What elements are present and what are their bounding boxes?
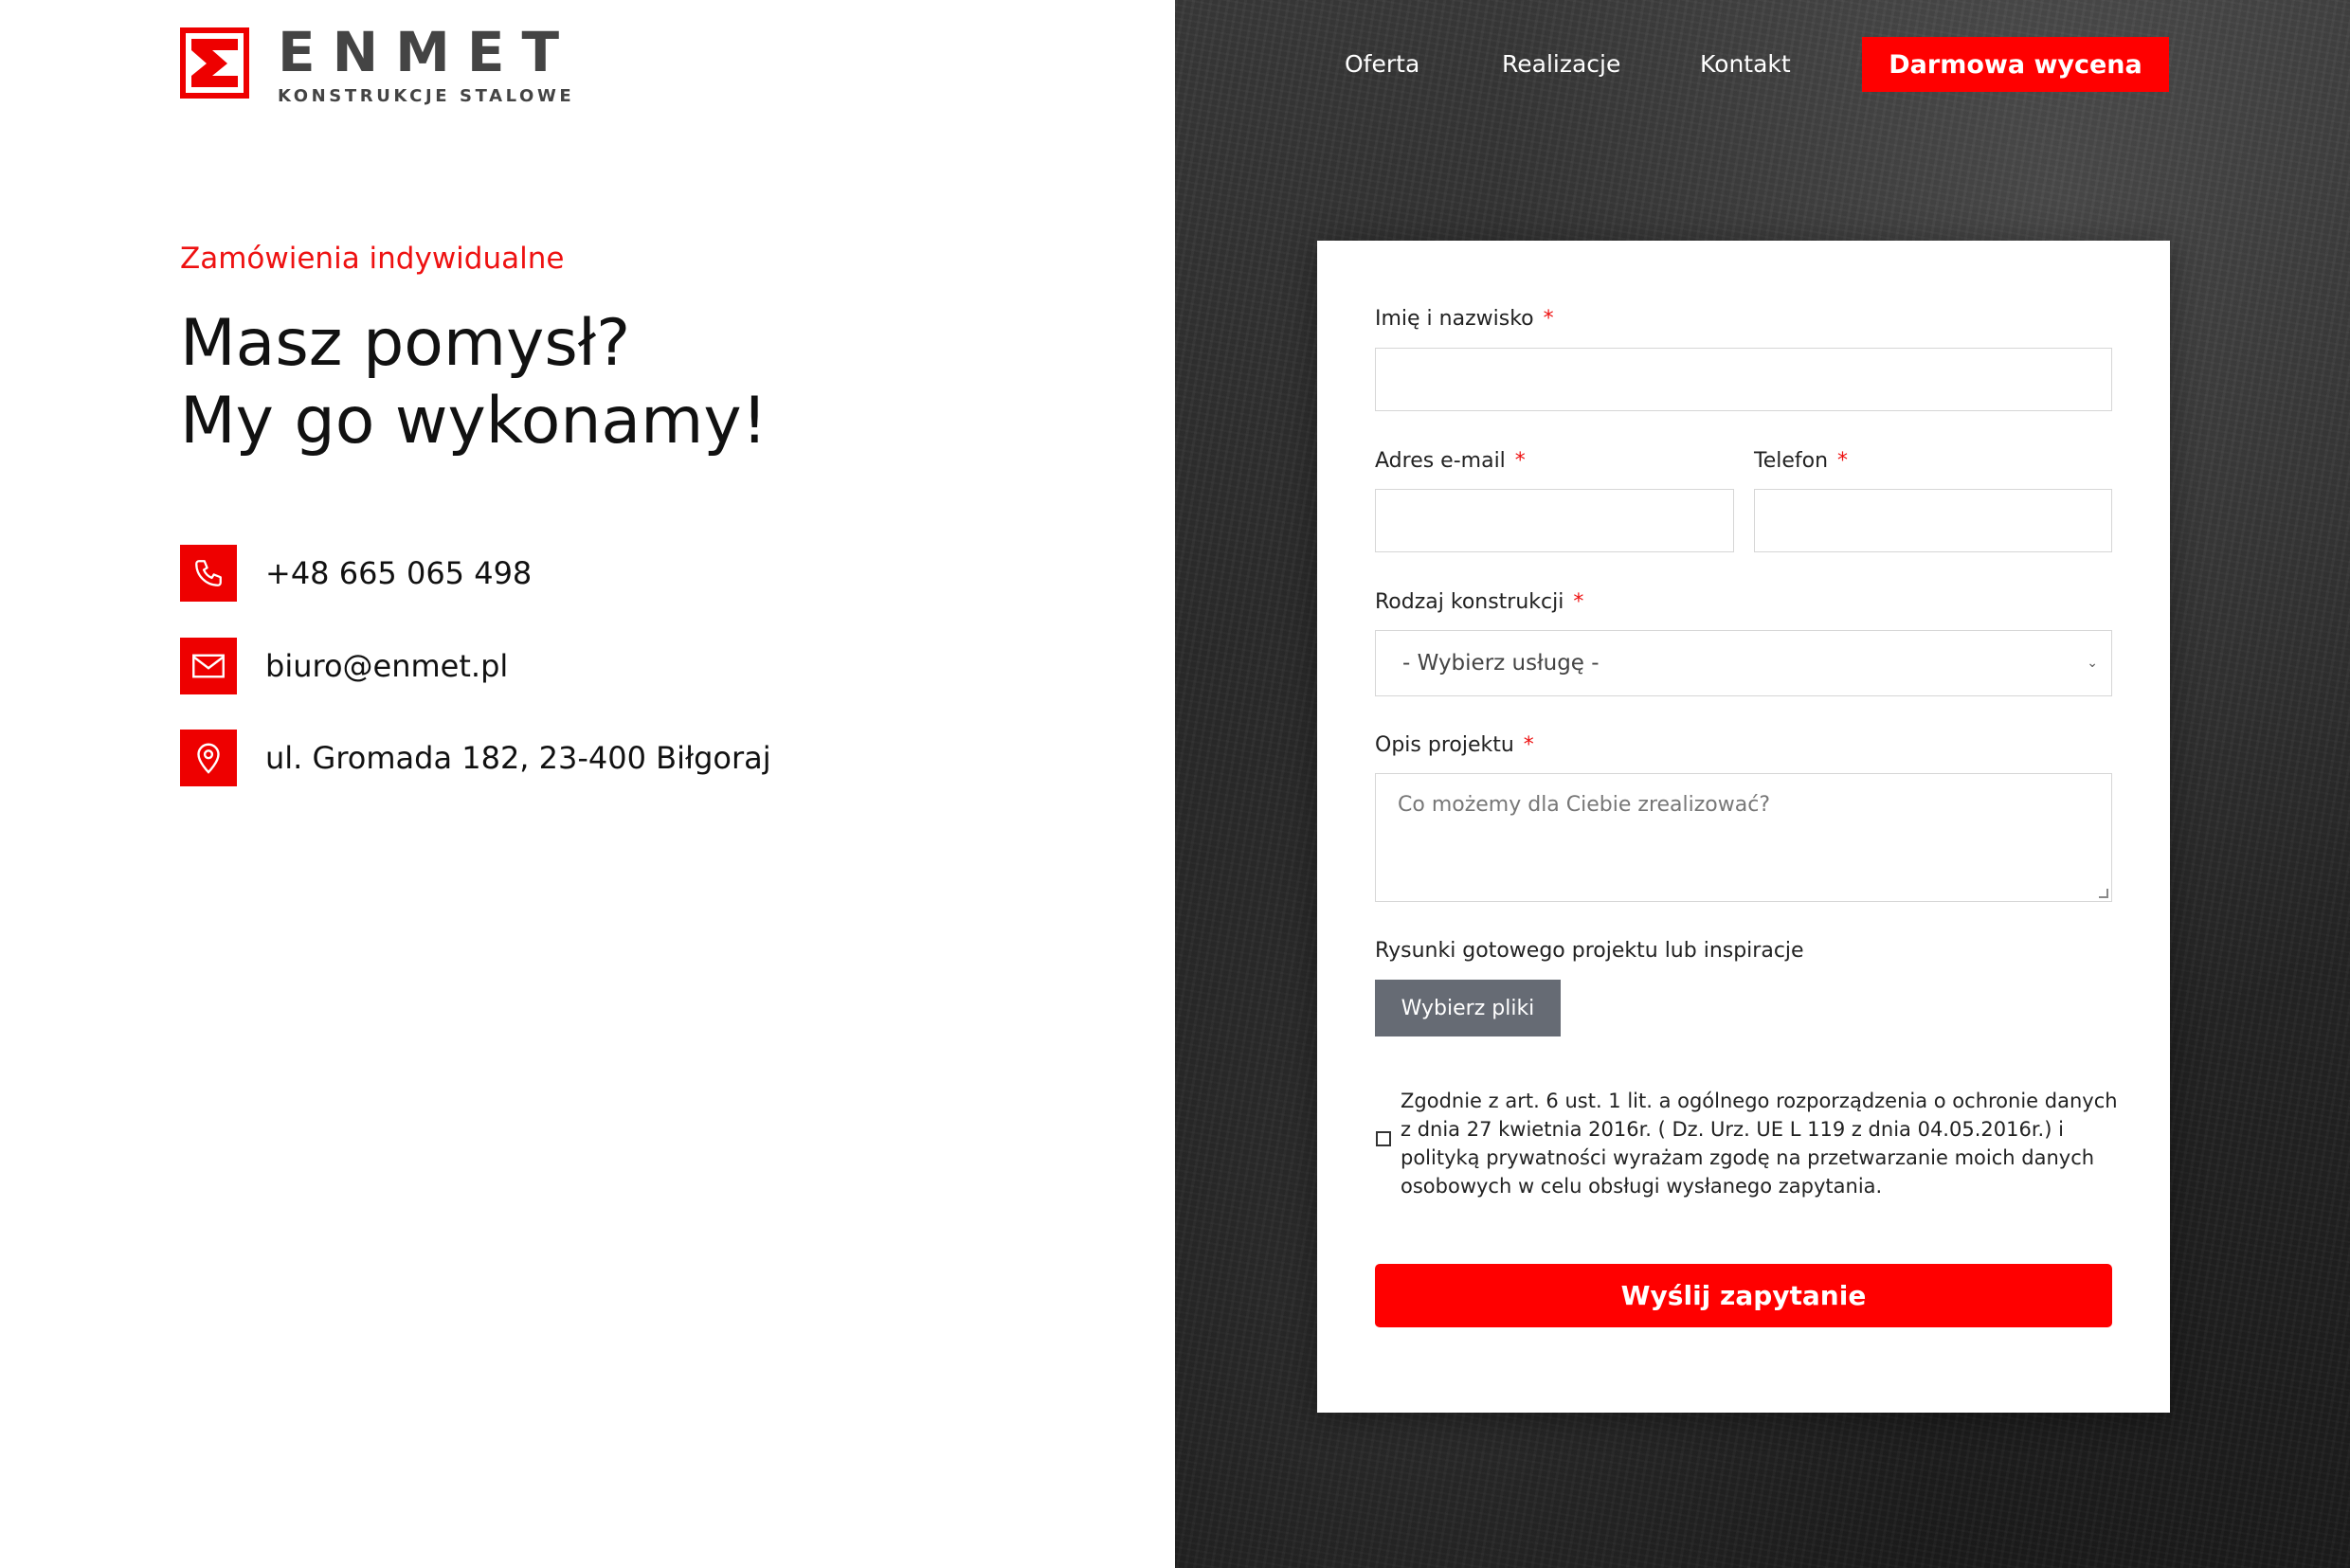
consent-text: Zgodnie z art. 6 ust. 1 lit. a ogólnego … xyxy=(1401,1090,2118,1198)
name-input[interactable] xyxy=(1375,348,2112,411)
phone-label-text: Telefon xyxy=(1754,449,1829,473)
email-label-text: Adres e-mail xyxy=(1375,449,1506,473)
required-mark: * xyxy=(1837,449,1849,473)
desc-label-text: Opis projektu xyxy=(1375,733,1514,757)
description-textarea[interactable]: Co możemy dla Ciebie zrealizować? xyxy=(1375,773,2112,902)
logo-tagline: KONSTRUKCJE STALOWE xyxy=(278,86,575,106)
nav-item-oferta[interactable]: Oferta xyxy=(1345,50,1419,78)
logo-name: ENMET xyxy=(278,20,577,84)
hero-title-line1: Masz pomysł? xyxy=(180,306,631,381)
contact-phone-text: +48 665 065 498 xyxy=(265,555,533,591)
chevron-down-icon: ⌄ xyxy=(2087,656,2098,671)
name-label: Imię i nazwisko * xyxy=(1375,307,1554,331)
enmet-e-logo-icon xyxy=(180,27,249,99)
location-pin-icon xyxy=(180,730,237,786)
required-mark: * xyxy=(1514,449,1526,473)
main-nav: Oferta Realizacje Kontakt Darmowa wycena xyxy=(1175,37,2350,92)
nav-item-realizacje[interactable]: Realizacje xyxy=(1502,50,1620,78)
left-panel: ENMET KONSTRUKCJE STALOWE Zamówienia ind… xyxy=(0,0,1175,1568)
contact-address[interactable]: ul. Gromada 182, 23-400 Biłgoraj xyxy=(180,730,771,786)
type-label: Rodzaj konstrukcji * xyxy=(1375,590,1583,614)
phone-input[interactable] xyxy=(1754,489,2112,552)
construction-type-select[interactable]: - Wybierz usługę - ⌄ xyxy=(1375,630,2112,696)
description-placeholder: Co możemy dla Ciebie zrealizować? xyxy=(1398,793,1771,817)
required-mark: * xyxy=(1523,733,1534,757)
contact-email[interactable]: biuro@enmet.pl xyxy=(180,638,508,694)
required-mark: * xyxy=(1543,307,1554,331)
contact-email-text: biuro@enmet.pl xyxy=(265,648,509,684)
mail-icon xyxy=(180,638,237,694)
hero-title-line2: My go wykonamy! xyxy=(180,384,768,459)
email-input[interactable] xyxy=(1375,489,1734,552)
contact-address-text: ul. Gromada 182, 23-400 Biłgoraj xyxy=(265,740,771,776)
phone-icon xyxy=(180,545,237,602)
choose-files-button[interactable]: Wybierz pliki xyxy=(1375,980,1561,1036)
right-panel: Oferta Realizacje Kontakt Darmowa wycena… xyxy=(1175,0,2350,1568)
files-label: Rysunki gotowego projektu lub inspiracje xyxy=(1375,939,1804,963)
desc-label: Opis projektu * xyxy=(1375,733,1534,757)
required-mark: * xyxy=(1573,590,1584,614)
email-label: Adres e-mail * xyxy=(1375,449,1526,473)
phone-label: Telefon * xyxy=(1754,449,1848,473)
hero-title: Masz pomysł? My go wykonamy! xyxy=(180,305,768,460)
type-label-text: Rodzaj konstrukcji xyxy=(1375,590,1564,614)
nav-item-kontakt[interactable]: Kontakt xyxy=(1700,50,1791,78)
consent-checkbox[interactable] xyxy=(1376,1131,1391,1146)
submit-button[interactable]: Wyślij zapytanie xyxy=(1375,1264,2112,1327)
quote-form: Imię i nazwisko * Adres e-mail * Telefon * … xyxy=(1317,241,2170,1413)
name-label-text: Imię i nazwisko xyxy=(1375,307,1534,331)
contact-phone[interactable]: +48 665 065 498 xyxy=(180,545,532,602)
hero-eyebrow: Zamówienia indywidualne xyxy=(180,242,565,276)
free-quote-button[interactable]: Darmowa wycena xyxy=(1862,37,2169,92)
site-logo[interactable]: ENMET KONSTRUKCJE STALOWE xyxy=(180,20,577,106)
resize-handle-icon[interactable] xyxy=(2099,889,2108,898)
construction-type-value: - Wybierz usługę - xyxy=(1402,651,1600,676)
